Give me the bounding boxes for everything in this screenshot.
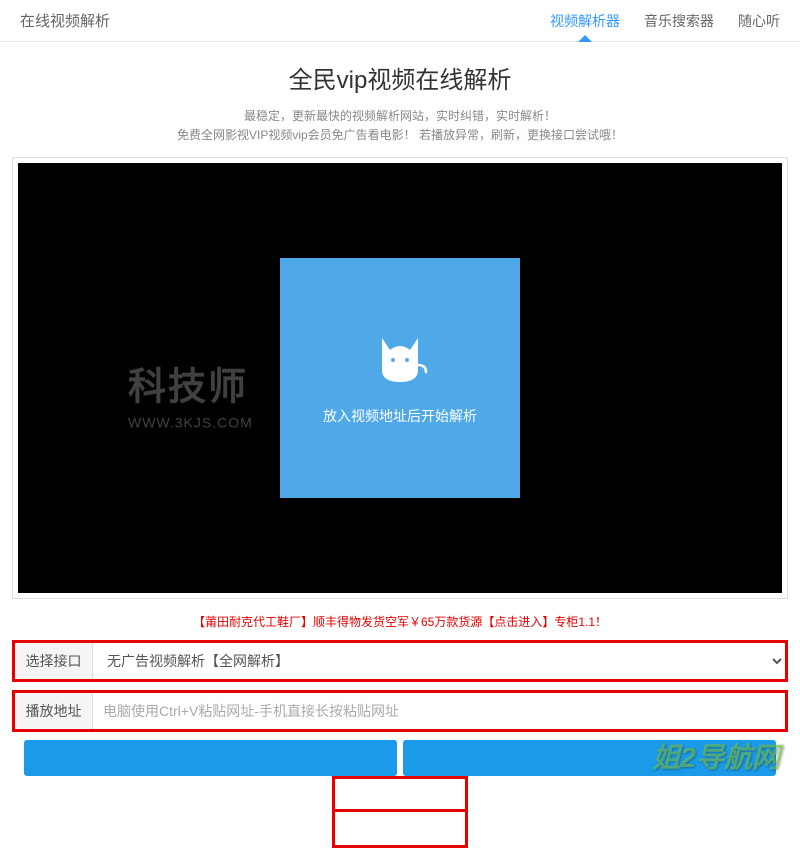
button-highlight: Go-点击开始解析 New-点击全屏解析 xyxy=(332,776,468,848)
video-player[interactable]: 放入视频地址后开始解析 科技师 WWW.3KJS.COM xyxy=(18,163,782,593)
subtitle-line-2: 免费全网影视VIP视频vip会员免广告看电影！ 若播放异常，刷新，更换接口尝试哦… xyxy=(0,126,800,145)
go-button-bg[interactable] xyxy=(24,740,397,776)
player-hint: 放入视频地址后开始解析 xyxy=(323,406,477,426)
interface-select[interactable]: 无广告视频解析【全网解析】 xyxy=(93,643,785,679)
interface-label: 选择接口 xyxy=(15,643,93,679)
subtitle-line-1: 最稳定，更新最快的视频解析网站，实时纠错，实时解析！ xyxy=(0,107,800,126)
address-label: 播放地址 xyxy=(15,693,93,729)
watermark-sub: WWW.3KJS.COM xyxy=(128,415,253,431)
tab-casual-listen[interactable]: 随心听 xyxy=(738,11,780,31)
tab-video-parser[interactable]: 视频解析器 xyxy=(550,11,620,31)
page-title: 全民vip视频在线解析 xyxy=(0,60,800,95)
go-button[interactable]: Go-点击开始解析 xyxy=(335,779,465,812)
subtitle: 最稳定，更新最快的视频解析网站，实时纠错，实时解析！ 免费全网影视VIP视频vi… xyxy=(0,107,800,145)
watermark-main: 科技师 xyxy=(128,356,253,411)
video-container: 放入视频地址后开始解析 科技师 WWW.3KJS.COM xyxy=(12,157,788,599)
ad-text[interactable]: 【莆田耐克代工鞋厂】顺丰得物发货空军￥65万款货源【点击进入】专柜1.1！ xyxy=(0,613,800,630)
address-row: 播放地址 xyxy=(12,690,788,732)
tab-music-search[interactable]: 音乐搜索器 xyxy=(644,11,714,31)
new-button[interactable]: New-点击全屏解析 xyxy=(335,812,465,845)
watermark: 科技师 WWW.3KJS.COM xyxy=(128,356,253,431)
button-container: Go-点击开始解析 New-点击全屏解析 xyxy=(12,740,788,776)
cat-icon xyxy=(370,330,430,390)
header-title: 在线视频解析 xyxy=(20,10,110,31)
address-input[interactable] xyxy=(93,693,785,729)
player-placeholder: 放入视频地址后开始解析 xyxy=(280,258,520,498)
nav-tabs: 视频解析器 音乐搜索器 随心听 xyxy=(550,11,780,31)
interface-row: 选择接口 无广告视频解析【全网解析】 xyxy=(12,640,788,682)
header: 在线视频解析 视频解析器 音乐搜索器 随心听 xyxy=(0,0,800,42)
new-button-bg[interactable] xyxy=(403,740,776,776)
